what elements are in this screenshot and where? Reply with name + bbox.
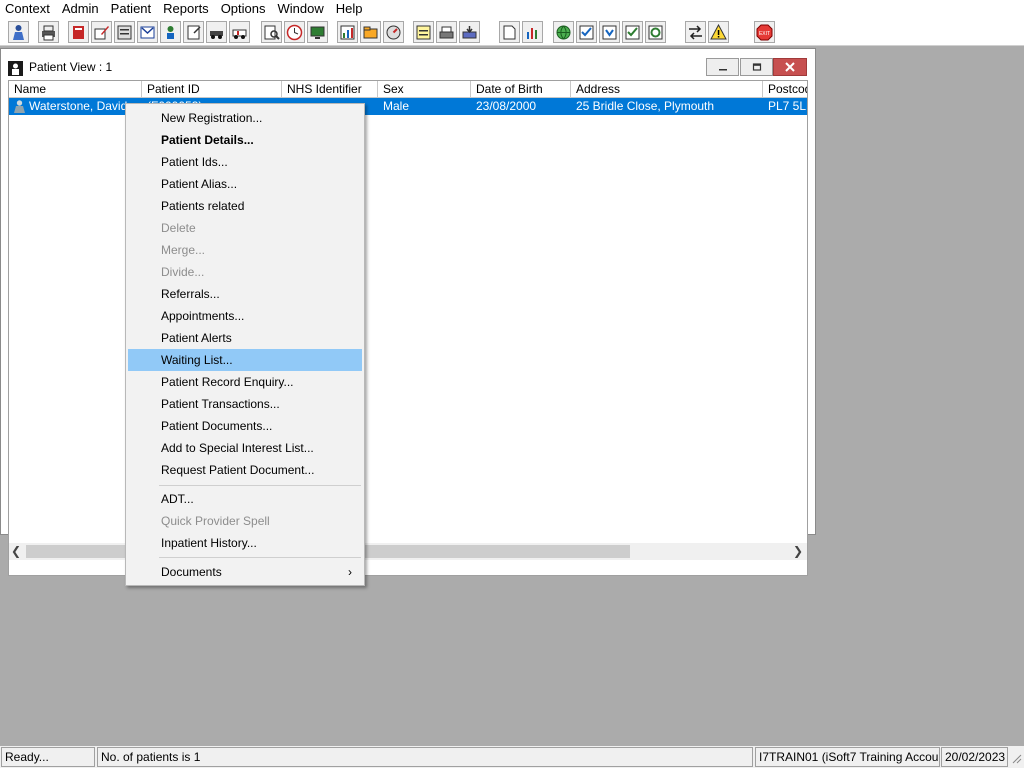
edit-icon[interactable] <box>91 21 112 43</box>
menu-separator <box>159 485 361 486</box>
menu-item-appointments[interactable]: Appointments... <box>128 305 362 327</box>
submenu-arrow-icon: › <box>348 565 352 579</box>
person-icon[interactable] <box>160 21 181 43</box>
menu-item-add-special-interest[interactable]: Add to Special Interest List... <box>128 437 362 459</box>
menu-item-referrals[interactable]: Referrals... <box>128 283 362 305</box>
swap-arrows-icon[interactable] <box>685 21 706 43</box>
menu-item-new-registration[interactable]: New Registration... <box>128 107 362 129</box>
maximize-button[interactable] <box>740 58 773 76</box>
menu-item-patient-alias[interactable]: Patient Alias... <box>128 173 362 195</box>
menu-item-patient-ids[interactable]: Patient Ids... <box>128 151 362 173</box>
scroll-right-icon[interactable]: ❯ <box>793 544 803 558</box>
menu-item-adt[interactable]: ADT... <box>128 488 362 510</box>
patient-count: No. of patients is 1 <box>97 747 753 767</box>
notepad-icon[interactable] <box>183 21 204 43</box>
printer-icon[interactable] <box>38 21 59 43</box>
patient-view-window: Patient View : 1 Name Patient ID NHS Ide… <box>0 48 816 576</box>
menu-item-inpatient-history[interactable]: Inpatient History... <box>128 532 362 554</box>
checklist-icon[interactable] <box>576 21 597 43</box>
menu-admin[interactable]: Admin <box>56 0 105 18</box>
cell-dob: 23/08/2000 <box>476 99 537 113</box>
dial-icon[interactable] <box>383 21 404 43</box>
menu-item-quick-provider-spell: Quick Provider Spell <box>161 514 270 528</box>
folder-icon[interactable] <box>360 21 381 43</box>
menu-bar: Context Admin Patient Reports Options Wi… <box>0 0 1024 18</box>
cell-address: 25 Bridle Close, Plymouth <box>576 99 715 113</box>
patient-context-menu: New Registration... Patient Details... P… <box>125 103 365 586</box>
monitor-icon[interactable] <box>307 21 328 43</box>
checklist-green-icon[interactable] <box>622 21 643 43</box>
scroll-left-icon[interactable]: ❮ <box>11 544 21 558</box>
menu-item-patient-alerts[interactable]: Patient Alerts <box>128 327 362 349</box>
warning-icon[interactable] <box>708 21 729 43</box>
menu-window[interactable]: Window <box>272 0 330 18</box>
window-title: Patient View : 1 <box>29 60 113 74</box>
status-text: Ready... <box>1 747 95 767</box>
col-patient-id[interactable]: Patient ID <box>142 81 282 98</box>
mail-icon[interactable] <box>137 21 158 43</box>
menu-options[interactable]: Options <box>215 0 272 18</box>
scanner-icon[interactable] <box>436 21 457 43</box>
patient-icon[interactable] <box>8 21 29 43</box>
close-icon <box>785 62 795 72</box>
menu-item-patient-record-enquiry[interactable]: Patient Record Enquiry... <box>128 371 362 393</box>
menu-item-merge: Merge... <box>161 243 206 257</box>
toolbar: EXIT <box>0 18 1024 46</box>
menu-separator <box>159 557 361 558</box>
menu-item-documents[interactable]: Documents › <box>128 561 362 583</box>
form-icon[interactable] <box>114 21 135 43</box>
cell-postcode: PL7 5LF <box>768 99 807 113</box>
menu-reports[interactable]: Reports <box>157 0 215 18</box>
ambulance-icon[interactable] <box>229 21 250 43</box>
status-bar: Ready... No. of patients is 1 I7TRAIN01 … <box>0 746 1024 768</box>
checklist-refresh-icon[interactable] <box>645 21 666 43</box>
col-nhs-identifier[interactable]: NHS Identifier <box>282 81 378 98</box>
col-postcode[interactable]: Postcode <box>763 81 807 98</box>
menu-item-patient-documents[interactable]: Patient Documents... <box>128 415 362 437</box>
menu-patient[interactable]: Patient <box>105 0 157 18</box>
exit-icon[interactable]: EXIT <box>754 21 775 43</box>
menu-item-patient-details[interactable]: Patient Details... <box>128 129 362 151</box>
search-doc-icon[interactable] <box>261 21 282 43</box>
car-icon[interactable] <box>206 21 227 43</box>
bar-chart-icon[interactable] <box>522 21 543 43</box>
transfer-icon[interactable] <box>459 21 480 43</box>
menu-item-patient-transactions[interactable]: Patient Transactions... <box>128 393 362 415</box>
current-date: 20/02/2023 <box>941 747 1008 767</box>
window-title-bar[interactable]: Patient View : 1 <box>1 49 815 84</box>
menu-context[interactable]: Context <box>0 0 56 18</box>
col-address[interactable]: Address <box>571 81 763 98</box>
col-date-of-birth[interactable]: Date of Birth <box>471 81 571 98</box>
menu-help[interactable]: Help <box>330 0 369 18</box>
cell-sex: Male <box>383 99 410 113</box>
minimize-icon <box>718 69 727 71</box>
restore-icon <box>752 63 761 71</box>
menu-item-waiting-list[interactable]: Waiting List... <box>128 349 362 371</box>
resize-grip-icon[interactable] <box>1010 752 1022 764</box>
menu-item-divide: Divide... <box>161 265 205 279</box>
menu-item-patients-related[interactable]: Patients related <box>128 195 362 217</box>
account-name: I7TRAIN01 (iSoft7 Training Account) <box>755 747 940 767</box>
menu-item-delete: Delete <box>161 221 196 235</box>
chart-icon[interactable] <box>337 21 358 43</box>
col-name[interactable]: Name <box>9 81 142 98</box>
note-icon[interactable] <box>413 21 434 43</box>
clock-icon[interactable] <box>284 21 305 43</box>
svg-text:EXIT: EXIT <box>759 31 770 37</box>
col-sex[interactable]: Sex <box>378 81 471 98</box>
menu-item-documents-label: Documents <box>161 565 222 579</box>
document-icon[interactable] <box>499 21 520 43</box>
grid-header: Name Patient ID NHS Identifier Sex Date … <box>9 81 807 98</box>
checklist-down-icon[interactable] <box>599 21 620 43</box>
minimize-button[interactable] <box>706 58 739 76</box>
book-icon[interactable] <box>68 21 89 43</box>
window-app-icon <box>8 61 23 76</box>
menu-item-request-patient-document[interactable]: Request Patient Document... <box>128 459 362 481</box>
globe-icon[interactable] <box>553 21 574 43</box>
close-button[interactable] <box>773 58 807 76</box>
